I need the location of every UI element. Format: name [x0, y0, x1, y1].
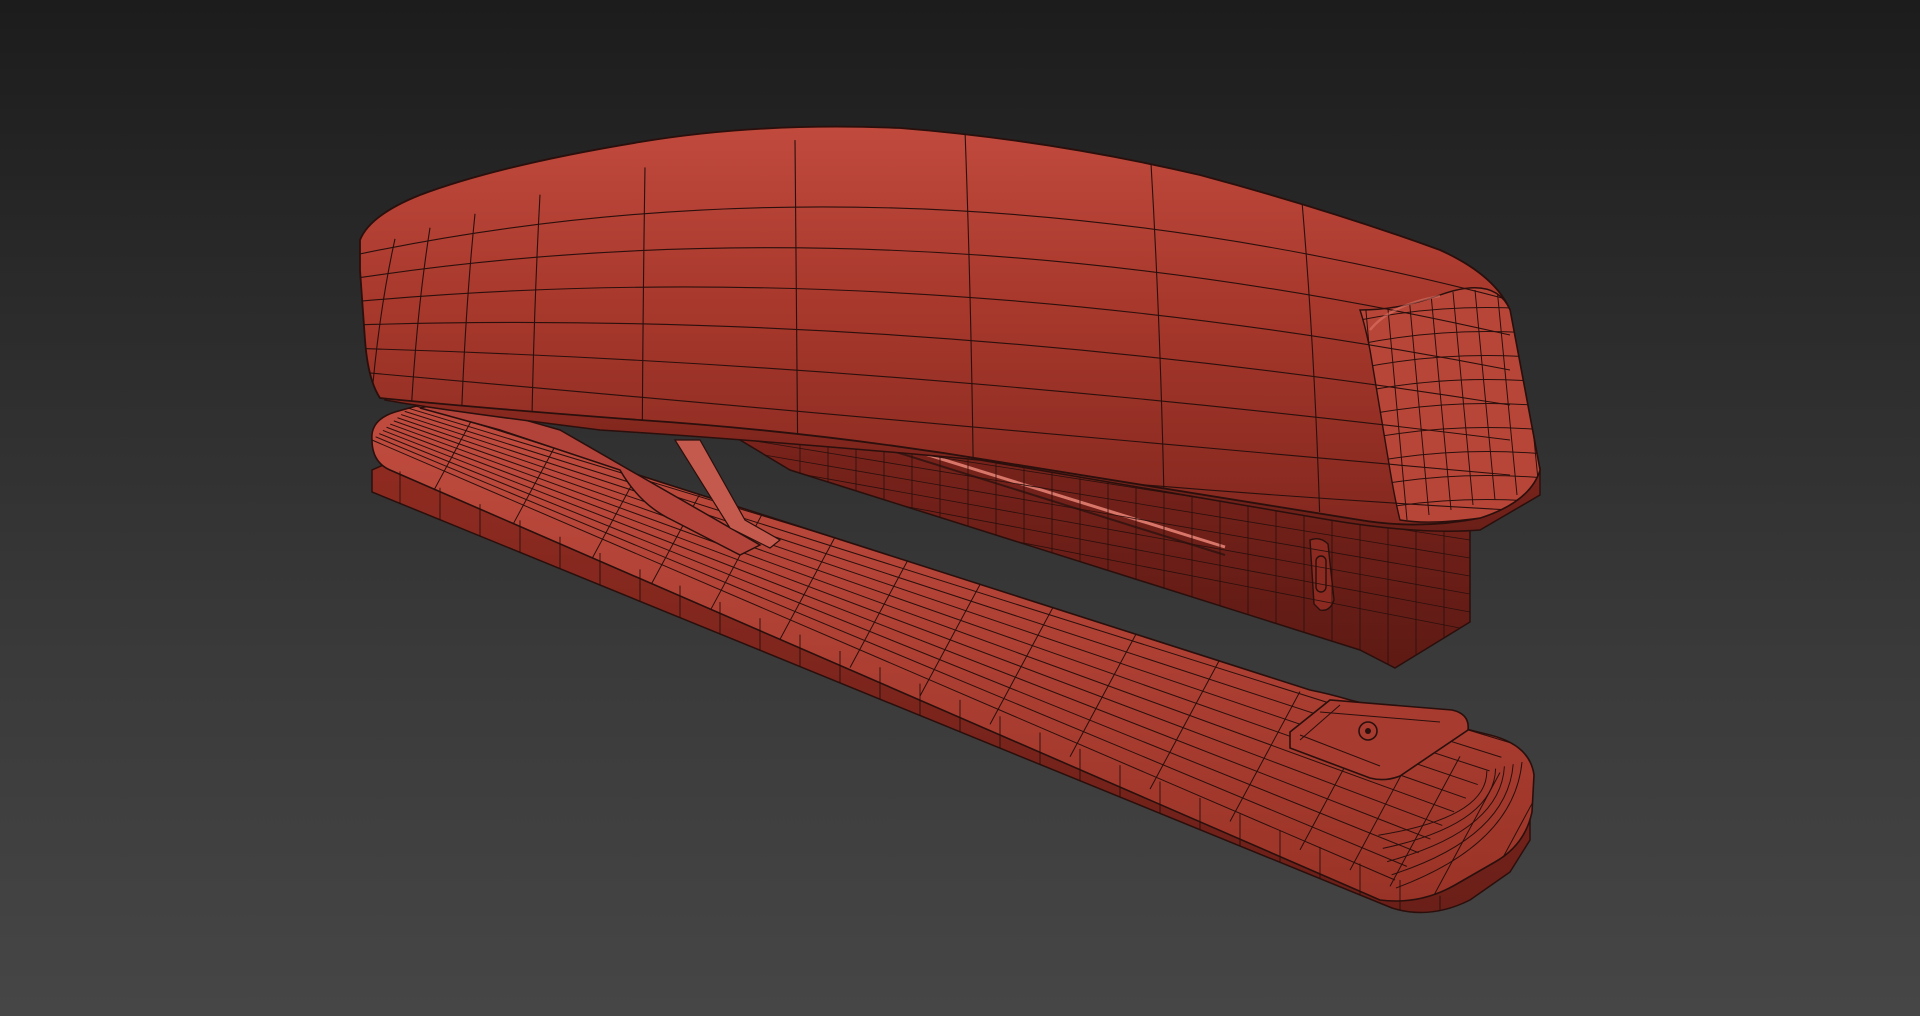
stapler-model-render [359, 125, 1541, 914]
3d-viewport[interactable] [0, 0, 1920, 1016]
